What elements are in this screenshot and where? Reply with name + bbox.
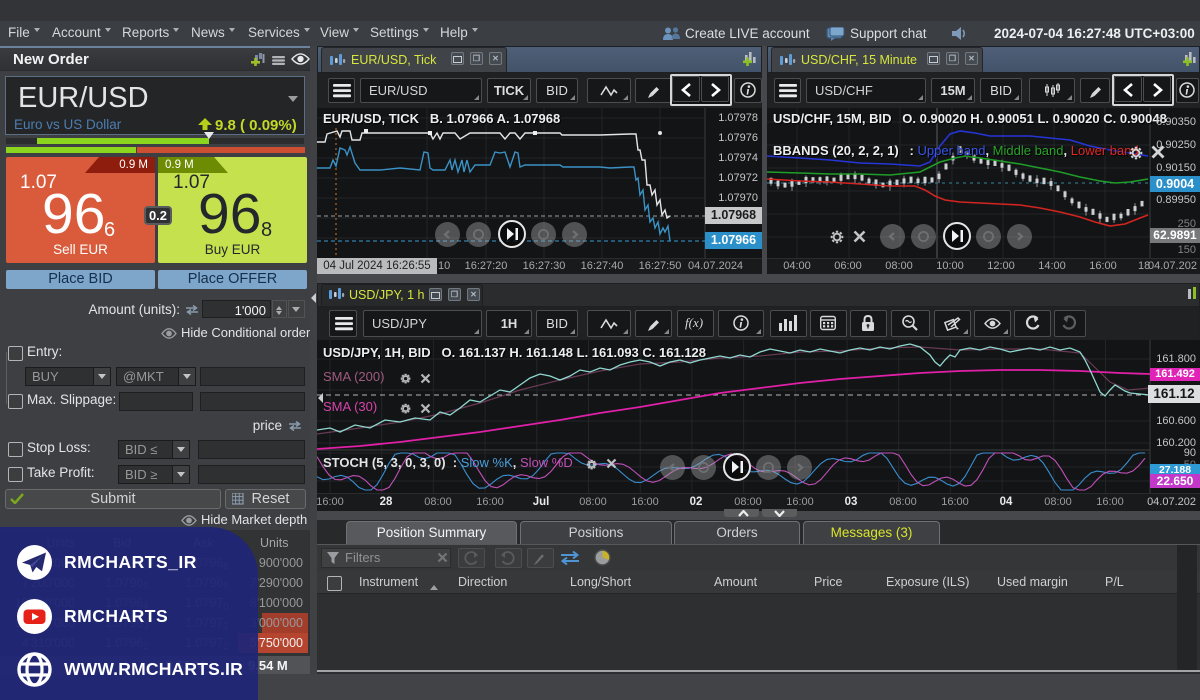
- svg-text:f(x): f(x): [685, 315, 703, 330]
